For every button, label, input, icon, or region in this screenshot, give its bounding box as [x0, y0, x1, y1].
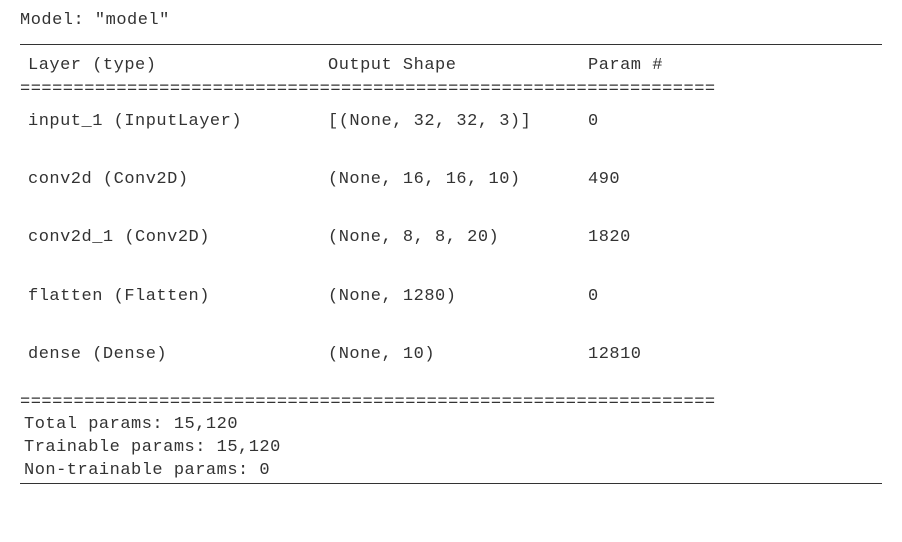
cell-output-shape: (None, 16, 16, 10) — [328, 169, 588, 191]
separator-double-top: ========================================… — [20, 79, 882, 101]
table-row: flatten (Flatten)(None, 1280)0 — [20, 276, 882, 334]
cell-param: 490 — [588, 169, 874, 191]
header-param: Param # — [588, 55, 874, 77]
cell-output-shape: (None, 8, 8, 20) — [328, 227, 588, 249]
header-layer: Layer (type) — [28, 55, 328, 77]
cell-layer: conv2d (Conv2D) — [28, 169, 328, 191]
header-output-shape: Output Shape — [328, 55, 588, 77]
cell-layer: dense (Dense) — [28, 344, 328, 366]
table-row: conv2d_1 (Conv2D)(None, 8, 8, 20)1820 — [20, 217, 882, 275]
cell-layer: input_1 (InputLayer) — [28, 111, 328, 133]
cell-layer: conv2d_1 (Conv2D) — [28, 227, 328, 249]
totals-block: Total params: 15,120 Trainable params: 1… — [20, 414, 882, 483]
table-row: conv2d (Conv2D)(None, 16, 16, 10)490 — [20, 159, 882, 217]
cell-output-shape: (None, 1280) — [328, 286, 588, 308]
cell-param: 0 — [588, 286, 874, 308]
separator-double-bottom: ========================================… — [20, 392, 882, 414]
trainable-params: Trainable params: 15,120 — [24, 437, 878, 460]
model-title: Model: "model" — [20, 10, 882, 32]
cell-param: 1820 — [588, 227, 874, 249]
table-header: Layer (type) Output Shape Param # — [20, 45, 882, 79]
cell-param: 12810 — [588, 344, 874, 366]
table-row: dense (Dense)(None, 10)12810 — [20, 334, 882, 392]
cell-layer: flatten (Flatten) — [28, 286, 328, 308]
cell-output-shape: [(None, 32, 32, 3)] — [328, 111, 588, 133]
table-row: input_1 (InputLayer)[(None, 32, 32, 3)]0 — [20, 101, 882, 159]
table-body: input_1 (InputLayer)[(None, 32, 32, 3)]0… — [20, 101, 882, 391]
nontrainable-params: Non-trainable params: 0 — [24, 460, 878, 483]
total-params: Total params: 15,120 — [24, 414, 878, 437]
cell-output-shape: (None, 10) — [328, 344, 588, 366]
cell-param: 0 — [588, 111, 874, 133]
separator-bottom — [20, 483, 882, 484]
